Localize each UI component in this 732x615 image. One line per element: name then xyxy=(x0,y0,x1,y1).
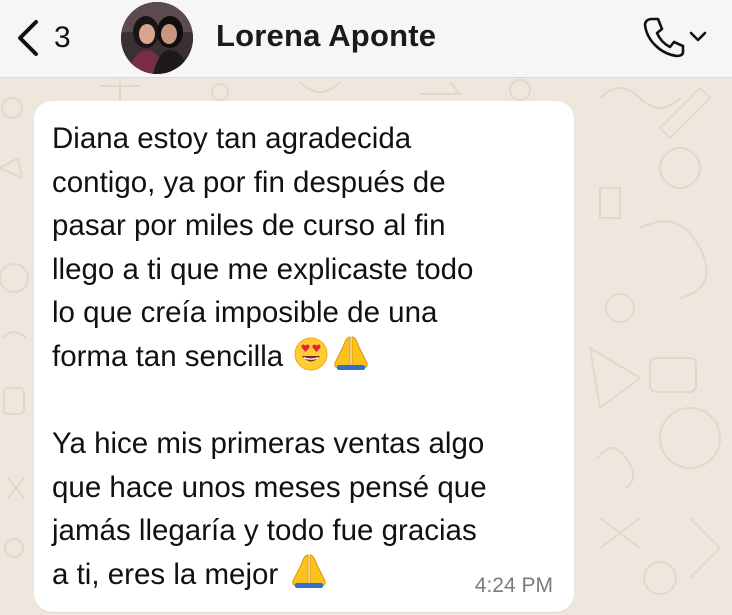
message-line-text: forma tan sencilla xyxy=(52,339,284,373)
folded-hands-emoji: 🙏 xyxy=(289,553,329,589)
back-button[interactable]: 3 xyxy=(14,16,71,60)
message-line-text: a ti, eres la mejor xyxy=(52,557,279,591)
avatar[interactable] xyxy=(121,2,193,74)
chat-header: 3 Lorena Aponte xyxy=(0,0,732,78)
message-line: Diana estoy tan agradecida xyxy=(52,122,412,155)
message-line: Ya hice mis primeras ventas algo xyxy=(52,427,485,460)
unread-count: 3 xyxy=(54,21,71,54)
folded-hands-emoji: 🙏 xyxy=(331,335,371,371)
message-paragraph-2: Ya hice mis primeras ventas algo que hac… xyxy=(52,422,554,596)
phone-icon xyxy=(643,17,685,58)
message-line: que hace unos meses pensé que xyxy=(52,470,487,504)
call-button[interactable] xyxy=(642,14,708,58)
heart-eyes-emoji: 😍 xyxy=(294,337,328,371)
chevron-left-icon xyxy=(18,20,38,56)
chevron-down-icon xyxy=(689,31,707,42)
contact-name[interactable]: Lorena Aponte xyxy=(216,18,436,54)
message-line-with-emoji: forma tan sencilla 😍🙏 xyxy=(52,335,554,379)
message-line: llego a ti que me explicaste todo xyxy=(52,252,474,286)
message-line: jamás llegaría y todo fue gracias xyxy=(52,514,477,547)
message-bubble[interactable]: Diana estoy tan agradecida contigo, ya p… xyxy=(34,101,574,612)
message-line: pasar por miles de curso al fin xyxy=(52,209,446,242)
message-line: contigo, ya por fin después de xyxy=(52,165,446,199)
message-line: lo que creía imposible de una xyxy=(52,296,438,329)
message-timestamp: 4:24 PM xyxy=(474,574,553,597)
message-paragraph-1: Diana estoy tan agradecida contigo, ya p… xyxy=(52,117,554,378)
